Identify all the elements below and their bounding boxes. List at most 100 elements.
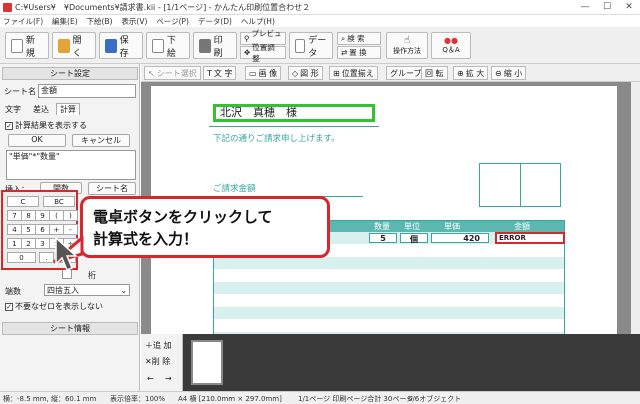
image-button[interactable]: ▭ 画 像 [245,66,282,80]
calc-key-0[interactable]: 0 [7,252,36,263]
image-icon: ▭ [249,68,257,78]
group-button[interactable]: グループ [386,66,426,80]
calc-key-plus[interactable]: + [49,224,64,235]
zoom-out-button[interactable]: ⊖ 縮 小 [491,66,527,80]
open-button[interactable]: 開 く [52,32,96,59]
image-label: 画 像 [258,68,278,78]
sheet-select-button[interactable]: ↖ シート選択 [144,66,201,80]
qty-cell[interactable]: 5 [369,233,397,243]
close-icon: ✕ [145,357,152,366]
print-button[interactable]: 印 刷 [193,32,237,59]
sheet-name-insert-button[interactable]: シート名 [88,182,136,195]
calc-key-8[interactable]: 8 [21,210,36,221]
status-pages: 1/1ページ 印刷ページ合計 30ページ [298,395,414,403]
shape-label: 図 形 [300,68,319,78]
tab-insert[interactable]: 差込 [33,104,49,115]
calc-key-4[interactable]: 4 [7,224,22,235]
arrow-right-icon: → [165,374,172,383]
next-page-button[interactable]: → [165,374,172,383]
add-page-button[interactable]: ＋追 加 [145,340,172,351]
recipient-underline [209,126,379,127]
howto-button[interactable]: ☝ 操作方法 [386,32,428,59]
callout-line-1: 電卓ボタンをクリックして [93,208,273,226]
price-cell[interactable]: 420 [431,233,489,243]
background-button[interactable]: 下 絵 [146,32,190,59]
amount-cell[interactable]: ERROR [495,232,565,244]
delete-page-button[interactable]: ✕削 除 [145,356,170,367]
formula-input[interactable]: "単価"*"数量" [6,150,136,180]
cancel-button[interactable]: キャンセル [72,134,130,147]
greeting-text: 下記の通りご請求申し上げます。 [213,134,340,144]
stamp-divider [520,164,521,206]
recipient-field[interactable]: 北沢 真穂 様 [213,104,375,122]
calc-key-6[interactable]: 6 [35,224,50,235]
align-label: 位置揃え [341,68,374,78]
new-button[interactable]: 新 規 [5,32,49,59]
data-label: データ [308,35,327,59]
folder-icon [58,38,70,53]
save-button[interactable]: 保 存 [99,32,143,59]
replace-button[interactable]: ⇄ 置 換 [337,46,381,59]
tab-calc[interactable]: 計算 [56,103,80,115]
text-button[interactable]: T文 字 [203,66,237,80]
close-button[interactable]: ✕ [618,0,640,15]
print-label: 印 刷 [213,35,223,59]
qa-button[interactable]: ●● Q＆A [431,32,471,59]
rotate-button[interactable]: 回 転 [421,66,448,80]
callout-line-2: 計算式を入力！ [93,230,199,248]
new-label: 新 規 [25,35,35,59]
calc-key-open-paren[interactable]: ( [49,210,64,221]
vertical-scrollbar[interactable] [631,82,640,334]
hide-zero-checkbox[interactable]: ✓ 不要なゼロを表示しない [5,301,103,312]
checkbox-checked-icon: ✓ [5,121,13,130]
shape-icon: ◇ [292,68,299,78]
unit-cell[interactable]: 個 [400,233,428,244]
shape-button[interactable]: ◇ 図 形 [288,66,323,80]
download-icon [152,38,164,53]
rounding-label: 端数 [5,287,21,296]
ok-button[interactable]: OK [8,134,66,147]
calc-key-1[interactable]: 1 [7,238,22,249]
prev-page-button[interactable]: ← [147,374,154,383]
zoom-in-button[interactable]: ⊕ 拡 大 [453,66,489,80]
position-adjust-button[interactable]: ✥ 位置調整 [240,43,286,63]
cursor-icon: ↖ [148,68,155,78]
sheet-settings-header: シート設定 [2,67,138,80]
calc-key-close-paren[interactable]: ) [63,210,78,221]
calc-key-bc[interactable]: BC [43,196,75,207]
position-adjust-label: 位置調整 [252,42,275,63]
status-zoom: 表示倍率：100% [110,395,166,403]
sheet-name-input[interactable]: 金額 [38,84,136,98]
text-icon: T [207,68,212,78]
maximize-button[interactable]: ☐ [596,0,618,15]
calc-key-9[interactable]: 9 [35,210,50,221]
calc-key-minus[interactable]: - [63,224,78,235]
search-icon: ⌕ [341,33,346,43]
main-toolbar: 新 規 開 く 保 存 下 絵 印 刷 ⚲ プレビュー ✥ 位置調整 データ ⌕… [0,27,640,64]
search-button[interactable]: ⌕ 検 索 [337,32,381,45]
calc-key-7[interactable]: 7 [7,210,22,221]
chevron-down-icon: ⌄ [120,286,127,295]
open-label: 開 く [72,35,82,59]
app-icon [3,3,12,12]
calc-key-2[interactable]: 2 [21,238,36,249]
add-page-label: 追 加 [153,341,172,350]
show-result-checkbox[interactable]: ✓ 計算結果を表示する [5,120,87,131]
new-document-icon [11,38,23,53]
page-thumbnail[interactable] [191,340,223,385]
rounding-select[interactable]: 四捨五入 ⌄ [44,284,130,296]
page-thumbnail-strip [141,334,640,391]
zoom-out-label: 縮 小 [503,68,523,78]
align-button[interactable]: ⊞ 位置揃え [329,66,378,80]
status-coords: 横：-8.5 mm, 縦：60.1 mm [3,395,97,403]
zoom-out-icon: ⊖ [495,68,502,78]
group-label: グループ [390,68,422,78]
tab-text[interactable]: 文字 [5,104,21,115]
menu-bar: ファイル(F) 編集(E) 下絵(B) 表示(V) ページ(P) データ(D) … [0,15,640,27]
show-result-label: 計算結果を表示する [15,121,87,130]
calc-key-5[interactable]: 5 [21,224,36,235]
data-button[interactable]: データ [289,32,333,59]
minimize-button[interactable]: — [574,0,596,15]
table-row [214,257,564,269]
calc-key-c[interactable]: C [7,196,39,207]
